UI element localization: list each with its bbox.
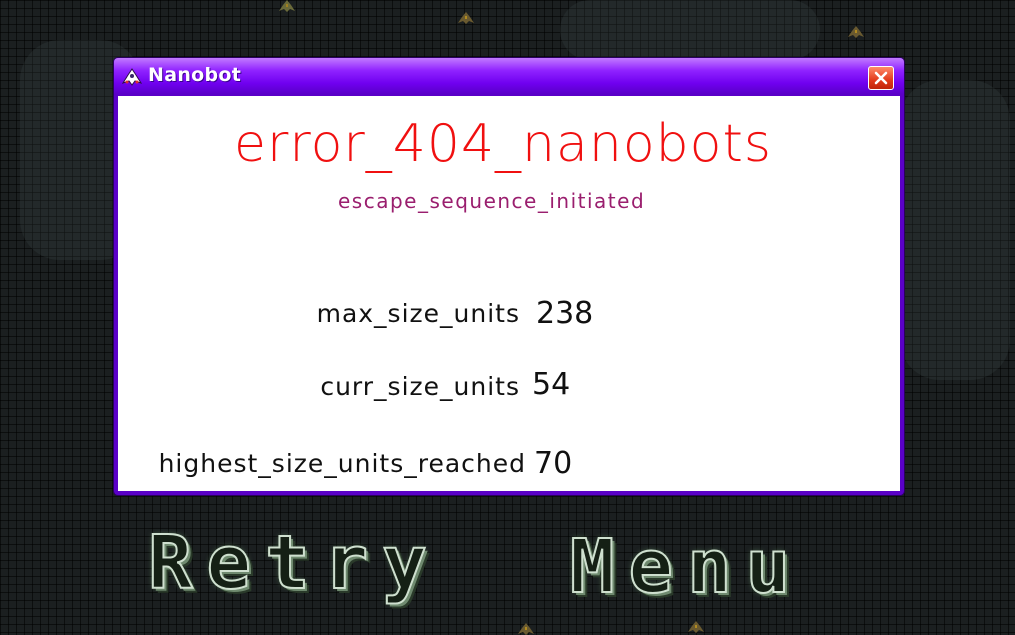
max-size-value: 238 xyxy=(536,296,594,331)
game-over-dialog: Nanobot error_404_nanobots escape_sequen… xyxy=(114,58,904,495)
retry-button[interactable]: Retry xyxy=(147,525,441,601)
close-button[interactable] xyxy=(868,66,894,90)
error-heading: error_404_nanobots xyxy=(234,114,772,174)
close-icon xyxy=(874,71,888,85)
highest-size-label: highest_size_units_reached xyxy=(158,449,526,478)
error-subheading: escape_sequence_initiated xyxy=(338,189,646,213)
enemy-ship-icon xyxy=(848,26,864,38)
background-shadow xyxy=(560,0,820,60)
menu-button[interactable]: Menu xyxy=(569,529,804,605)
enemy-ship-icon xyxy=(458,12,474,24)
enemy-ship-icon xyxy=(688,621,704,633)
max-size-label: max_size_units xyxy=(316,299,520,328)
curr-size-value: 54 xyxy=(532,367,571,402)
enemy-ship-icon xyxy=(518,623,534,635)
dialog-titlebar[interactable]: Nanobot xyxy=(114,58,904,94)
curr-size-label: curr_size_units xyxy=(320,372,520,401)
nanobot-ship-icon xyxy=(122,68,142,86)
background-shadow xyxy=(900,80,1010,380)
highest-size-value: 70 xyxy=(534,446,573,481)
dialog-content: error_404_nanobots escape_sequence_initi… xyxy=(118,96,900,491)
dialog-title: Nanobot xyxy=(148,64,242,86)
enemy-ship-icon xyxy=(279,0,295,12)
